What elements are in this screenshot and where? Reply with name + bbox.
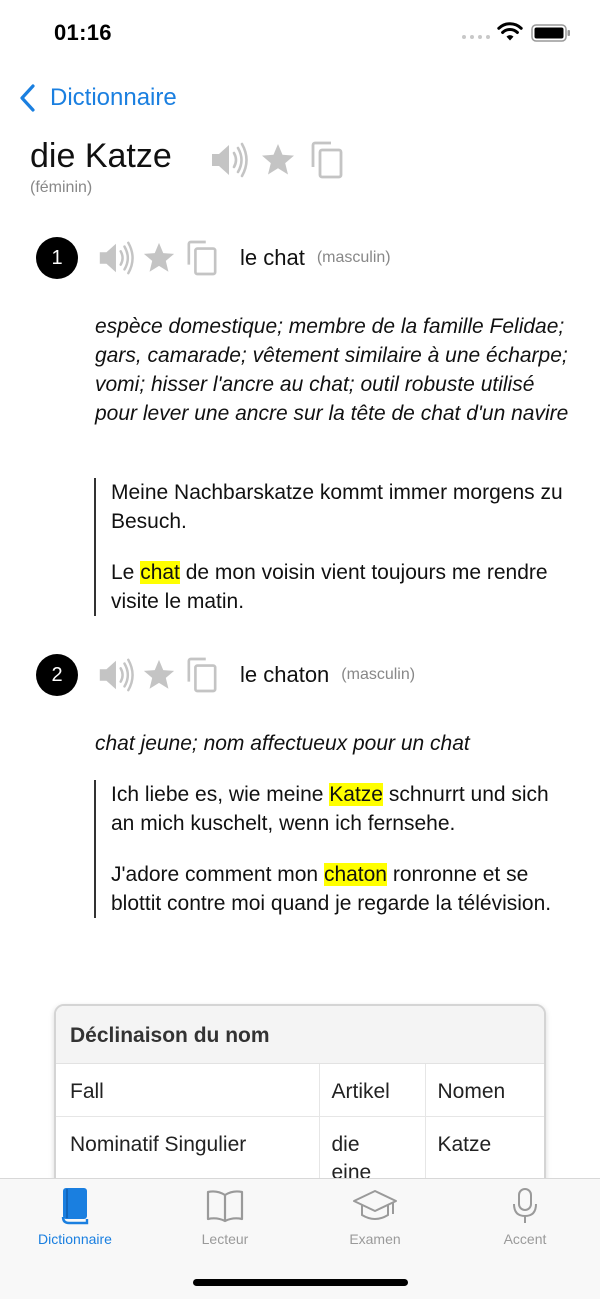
cellular-signal-icon: [462, 35, 490, 39]
sense-number: 1: [36, 237, 78, 279]
declension-table: Fall Artikel Nomen Nominatif Singulier d…: [56, 1064, 544, 1188]
sense-gender: (masculin): [316, 249, 391, 266]
home-indicator[interactable]: [193, 1279, 408, 1286]
case-cell: Nominatif Singulier: [56, 1116, 320, 1188]
example-block: Meine Nachbarskatze kommt immer morgens …: [94, 478, 564, 616]
tab-lecteur[interactable]: Lecteur: [150, 1187, 300, 1247]
table-row: Nominatif Singulier die eine Katze: [56, 1116, 544, 1188]
speaker-icon[interactable]: [96, 239, 134, 277]
sense-translation: le chaton: [240, 662, 330, 687]
sense-gender: (masculin): [341, 666, 416, 683]
graduation-cap-icon: [353, 1190, 397, 1220]
column-header-case: Fall: [56, 1064, 320, 1117]
tab-label: Examen: [349, 1231, 401, 1247]
speaker-icon[interactable]: [208, 140, 248, 180]
example-german: Meine Nachbarskatze kommt immer morgens …: [111, 481, 563, 533]
speaker-icon[interactable]: [96, 656, 134, 694]
sense-header: 2 le chaton (masculin): [36, 654, 415, 696]
tab-label: Lecteur: [201, 1231, 249, 1247]
sense-header: 1 le chat (masculin): [36, 237, 391, 279]
chevron-left-icon: [20, 84, 35, 112]
book-icon: [61, 1188, 89, 1225]
status-time: 01:16: [54, 20, 112, 45]
back-button[interactable]: Dictionnaire: [18, 78, 177, 118]
star-icon[interactable]: [142, 658, 176, 692]
star-icon[interactable]: [260, 142, 296, 178]
example-german: Ich liebe es, wie meine Katze schnurrt u…: [111, 783, 549, 835]
tab-label: Accent: [503, 1231, 547, 1247]
tab-dictionnaire[interactable]: Dictionnaire: [0, 1187, 150, 1247]
headword-gender: (féminin): [30, 179, 93, 196]
star-icon[interactable]: [142, 241, 176, 275]
tab-label: Dictionnaire: [38, 1231, 112, 1247]
column-header-article: Artikel: [319, 1064, 426, 1117]
article-cell: die eine: [319, 1116, 426, 1188]
highlighted-word: chat: [140, 561, 180, 584]
definite-article: die: [331, 1132, 360, 1156]
sense-number: 2: [36, 654, 78, 696]
status-bar: 01:16: [0, 0, 600, 66]
declension-table-card: Déclinaison du nom Fall Artikel Nomen No…: [54, 1004, 546, 1204]
open-book-icon: [206, 1190, 244, 1223]
microphone-icon: [513, 1188, 537, 1223]
highlighted-word: Katze: [329, 783, 383, 806]
declension-title: Déclinaison du nom: [56, 1006, 544, 1064]
back-button-label: Dictionnaire: [50, 84, 177, 111]
copy-icon[interactable]: [310, 141, 344, 179]
example-french: Le chat de mon voisin vient toujours me …: [111, 561, 548, 613]
headword-actions: [208, 140, 344, 180]
table-header-row: Fall Artikel Nomen: [56, 1064, 544, 1117]
example-french: J'adore comment mon chaton ronronne et s…: [111, 863, 552, 915]
tab-accent[interactable]: Accent: [450, 1187, 600, 1247]
example-block: Ich liebe es, wie meine Katze schnurrt u…: [94, 780, 564, 918]
highlighted-word: chaton: [323, 863, 387, 886]
battery-icon: [531, 24, 570, 42]
sense-definition: espèce domestique; membre de la famille …: [95, 315, 569, 425]
sense-definition: chat jeune; nom affectueux pour un chat: [95, 732, 470, 755]
wifi-icon: [497, 22, 523, 41]
noun-cell: Katze: [425, 1116, 544, 1188]
headword: die Katze: [30, 137, 172, 175]
tab-examen[interactable]: Examen: [300, 1187, 450, 1247]
copy-icon[interactable]: [186, 240, 218, 276]
copy-icon[interactable]: [186, 657, 218, 693]
column-header-noun: Nomen: [425, 1064, 544, 1117]
sense-translation: le chat: [240, 245, 305, 270]
